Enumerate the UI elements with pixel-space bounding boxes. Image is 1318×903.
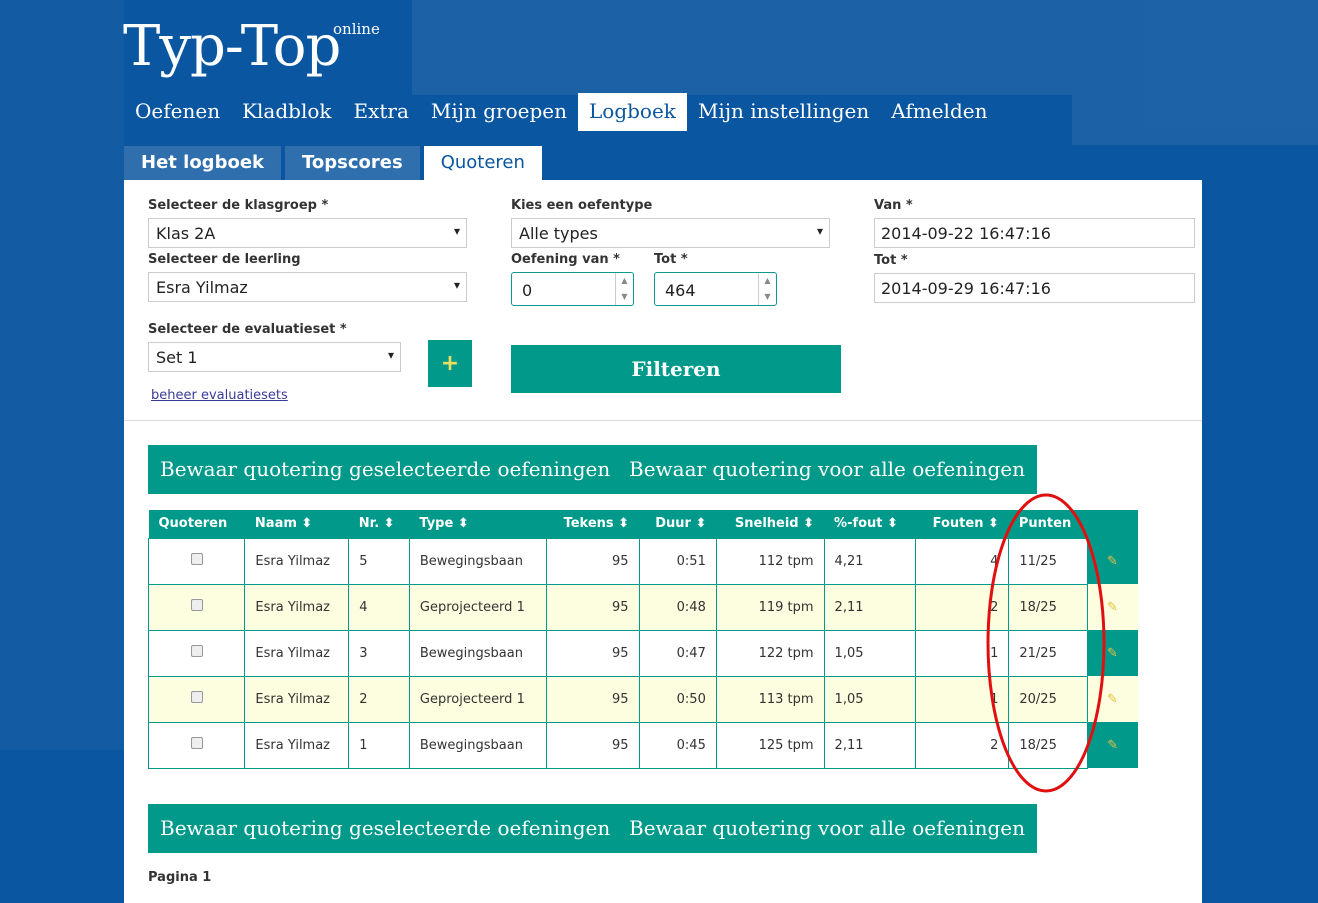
red-annotation-ellipse	[986, 493, 1106, 793]
